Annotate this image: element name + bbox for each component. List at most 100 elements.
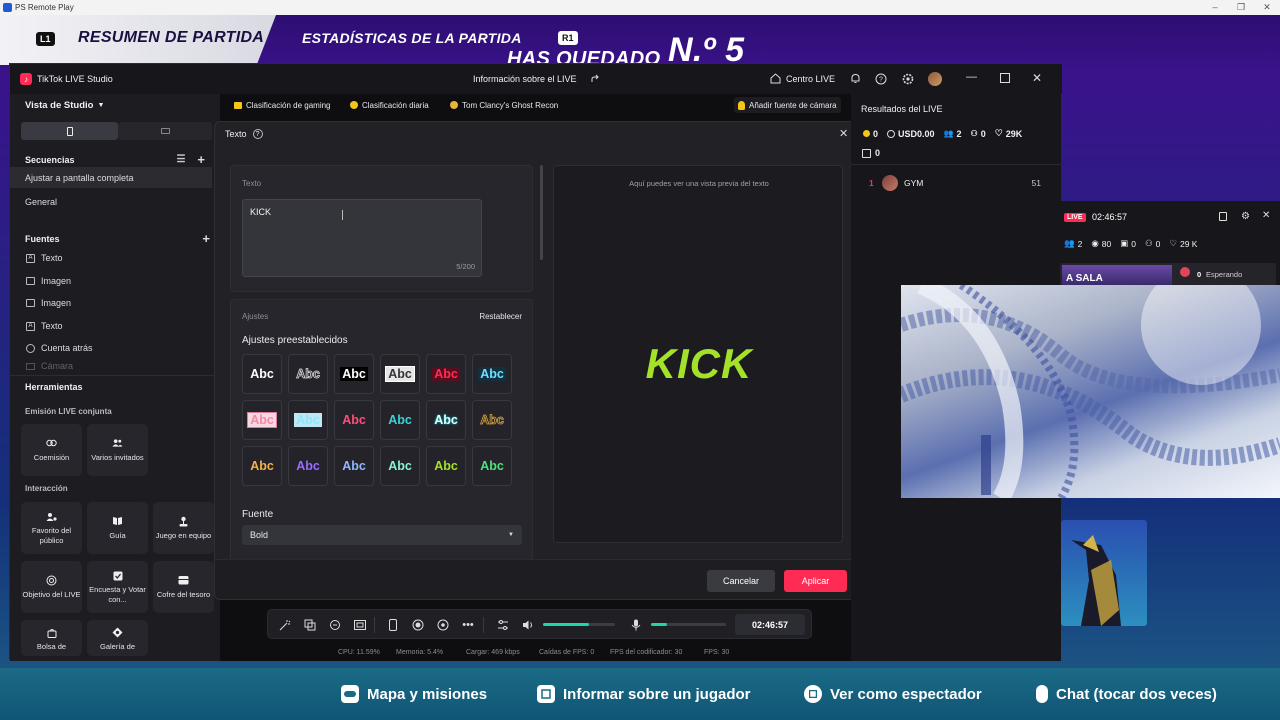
- divider: [374, 617, 375, 633]
- preset-red-outline[interactable]: Abc: [334, 400, 374, 440]
- map-missions-action[interactable]: Mapa y misiones: [341, 685, 487, 703]
- summary-tab-label[interactable]: RESUMEN DE PARTIDA: [78, 29, 264, 47]
- magic-wand-icon[interactable]: [278, 618, 292, 632]
- add-camera-source-button[interactable]: Añadir fuente de cámara: [734, 97, 841, 113]
- dialog-close-icon[interactable]: ✕: [839, 127, 848, 140]
- help-circle-icon[interactable]: ?: [252, 129, 263, 139]
- profile-avatar[interactable]: [928, 72, 942, 86]
- report-player-action[interactable]: Informar sobre un jugador: [537, 685, 751, 703]
- record-icon[interactable]: [411, 618, 425, 632]
- bag-tool[interactable]: Bolsa de: [21, 620, 82, 656]
- speaker-icon[interactable]: [521, 618, 535, 632]
- preset-light-blue-bg[interactable]: Abc: [288, 400, 328, 440]
- audience-favorite-tool[interactable]: Favorito del público: [21, 502, 82, 554]
- layers-icon[interactable]: [303, 618, 317, 632]
- list-icon[interactable]: ☰: [176, 154, 185, 165]
- emision-title: Emisión LIVE conjunta: [25, 407, 112, 416]
- reset-button[interactable]: Restablecer: [479, 312, 522, 321]
- poll-icon: [112, 570, 123, 581]
- square-button-icon: [804, 685, 822, 703]
- preview-hint: Aquí puedes ver una vista previa del tex…: [629, 179, 769, 188]
- stats-tab-label[interactable]: ESTADÍSTICAS DE LA PARTIDA: [302, 30, 522, 46]
- source-item[interactable]: A Texto: [10, 248, 220, 268]
- scene-layout-icon[interactable]: [353, 618, 367, 632]
- settings-gear-icon[interactable]: [902, 73, 914, 85]
- centro-live-link[interactable]: Centro LIVE: [786, 74, 835, 84]
- apply-button[interactable]: Aplicar: [784, 570, 847, 592]
- maximize-icon[interactable]: [1000, 73, 1010, 83]
- live-goal-tool[interactable]: Objetivo del LIVE: [21, 561, 82, 613]
- cancel-button[interactable]: Cancelar: [707, 570, 775, 592]
- bell-icon[interactable]: [850, 73, 861, 84]
- close-icon[interactable]: ✕: [1032, 71, 1042, 85]
- interaccion-header: Interacción: [25, 484, 235, 493]
- team-game-tool[interactable]: Juego en equipo: [153, 502, 214, 554]
- sliders-icon[interactable]: [496, 618, 510, 632]
- preset-purple[interactable]: Abc: [288, 446, 328, 486]
- gallery-tool[interactable]: Galería de: [87, 620, 148, 656]
- poll-tool[interactable]: Encuesta y Votar con...: [87, 561, 148, 613]
- preset-red-dark[interactable]: Abc: [426, 354, 466, 394]
- guide-tool[interactable]: Guía: [87, 502, 148, 554]
- ps-window-controls: – ❐ ✕: [1202, 2, 1280, 13]
- widget-settings-icon[interactable]: ⚙: [1241, 211, 1250, 222]
- preset-pink-bg[interactable]: Abc: [242, 400, 282, 440]
- settings-scrollbar[interactable]: [540, 165, 543, 260]
- more-icon[interactable]: •••: [461, 618, 475, 632]
- minimize-icon[interactable]: —: [966, 71, 977, 83]
- lock-icon[interactable]: [1219, 212, 1227, 221]
- treasure-chest-tool[interactable]: Cofre del tesoro: [153, 561, 214, 613]
- coemision-tool[interactable]: Coemisión: [21, 424, 82, 476]
- source-item[interactable]: Imagen: [10, 293, 220, 313]
- text-input[interactable]: KICK 5/200: [242, 199, 482, 277]
- camera-feed-image: [901, 285, 1280, 498]
- add-source-icon[interactable]: +: [202, 231, 210, 246]
- preset-blue-gradient[interactable]: Abc: [334, 446, 374, 486]
- preset-teal[interactable]: Abc: [380, 400, 420, 440]
- microphone-icon[interactable]: [629, 618, 643, 632]
- multi-guest-tool[interactable]: Varios invitados: [87, 424, 148, 476]
- preset-black-bg[interactable]: Abc: [334, 354, 374, 394]
- share-icon[interactable]: [590, 73, 601, 84]
- home-icon[interactable]: [770, 73, 781, 84]
- ps-close-button[interactable]: ✕: [1254, 2, 1280, 13]
- preset-gold-outline[interactable]: Abc: [472, 400, 512, 440]
- source-item[interactable]: Imagen: [10, 271, 220, 291]
- preset-glow[interactable]: Abc: [426, 400, 466, 440]
- scene-item[interactable]: Ajustar a pantalla completa: [10, 167, 212, 188]
- chat-action[interactable]: Chat (tocar dos veces): [1036, 685, 1217, 703]
- portrait-view-toggle[interactable]: [21, 122, 118, 140]
- preset-orange[interactable]: Abc: [242, 446, 282, 486]
- ranking-row[interactable]: 1 GYM 51: [851, 172, 1061, 194]
- preset-white-bg[interactable]: Abc: [380, 354, 420, 394]
- add-scene-icon[interactable]: +: [197, 152, 205, 167]
- source-item[interactable]: Cámara: [10, 360, 220, 372]
- preset-mint[interactable]: Abc: [380, 446, 420, 486]
- widget-close-icon[interactable]: ✕: [1262, 210, 1270, 221]
- phone-icon[interactable]: [386, 618, 400, 632]
- font-select[interactable]: Bold ▼: [242, 525, 522, 545]
- preset-white[interactable]: Abc: [242, 354, 282, 394]
- gaming-ranking-chip[interactable]: Clasificación de gaming: [230, 97, 335, 113]
- daily-ranking-chip[interactable]: Clasificación diaria: [346, 97, 433, 113]
- preset-outline[interactable]: Abc: [288, 354, 328, 394]
- landscape-view-toggle[interactable]: [118, 122, 212, 140]
- game-category-chip[interactable]: Tom Clancy's Ghost Recon: [446, 97, 562, 113]
- spectate-action[interactable]: Ver como espectador: [804, 685, 982, 703]
- camera-switch-icon[interactable]: [436, 618, 450, 632]
- source-item[interactable]: Cuenta atrás: [10, 338, 220, 358]
- live-info-title[interactable]: Información sobre el LIVE: [473, 74, 577, 84]
- source-item[interactable]: A Texto: [10, 316, 220, 336]
- preset-green[interactable]: Abc: [472, 446, 512, 486]
- cpu-stat: CPU: 11.59%: [338, 649, 380, 656]
- scene-item[interactable]: General: [10, 191, 220, 212]
- preset-lime[interactable]: Abc: [426, 446, 466, 486]
- preset-cyan-dark[interactable]: Abc: [472, 354, 512, 394]
- studio-view-selector[interactable]: Vista de Studio ▼: [25, 100, 104, 111]
- ps-maximize-button[interactable]: ❐: [1228, 2, 1254, 13]
- effects-icon[interactable]: [328, 618, 342, 632]
- help-icon[interactable]: ?: [875, 73, 887, 85]
- chest-icon: [178, 575, 189, 586]
- waiting-count: 0: [1197, 270, 1202, 279]
- ps-minimize-button[interactable]: –: [1202, 2, 1228, 13]
